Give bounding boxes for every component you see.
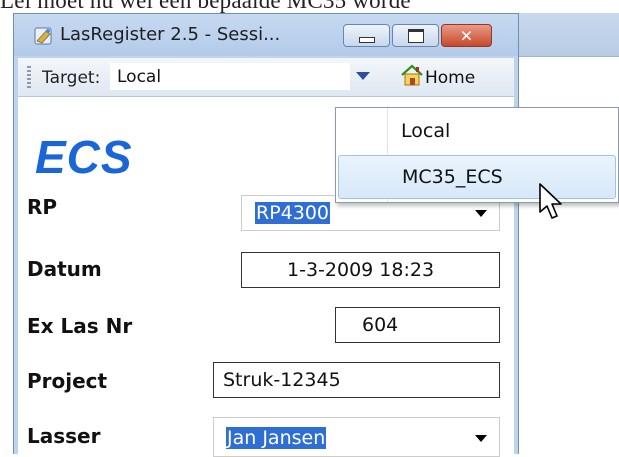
lasser-combobox[interactable]: Jan Jansen — [213, 417, 500, 457]
datum-label: Datum — [27, 257, 102, 281]
target-dropdown-list: Local MC35_ECS — [335, 107, 619, 203]
lasser-value: Jan Jansen — [226, 427, 327, 449]
project-value: Struk-12345 — [223, 369, 341, 391]
ex-las-nr-value: 604 — [362, 314, 399, 336]
home-icon — [401, 64, 423, 86]
target-combobox[interactable]: Local — [110, 63, 350, 90]
close-button[interactable]: ✕ — [441, 24, 492, 47]
rp-value: RP4300 — [255, 202, 331, 224]
dropdown-arrow-icon[interactable] — [356, 72, 370, 80]
window-title: LasRegister 2.5 - Sessi... — [60, 24, 281, 45]
project-field[interactable]: Struk-12345 — [213, 362, 500, 398]
datum-value: 1-3-2009 18:23 — [287, 259, 435, 281]
title-bar[interactable]: LasRegister 2.5 - Sessi... ✕ — [14, 14, 518, 56]
toolbar: Target: Local Home — [18, 58, 514, 97]
lasser-label: Lasser — [27, 424, 101, 448]
maximize-button[interactable] — [392, 24, 439, 47]
mouse-cursor-icon — [539, 183, 562, 219]
maximize-icon — [407, 28, 424, 43]
target-label: Target: — [42, 68, 101, 88]
ex-las-nr-label: Ex Las Nr — [27, 314, 133, 338]
chevron-down-icon[interactable] — [475, 210, 487, 217]
minimize-button[interactable] — [343, 24, 390, 47]
home-button[interactable]: Home — [399, 62, 505, 92]
project-label: Project — [27, 369, 108, 393]
dropdown-item-label: MC35_ECS — [402, 166, 503, 188]
chevron-down-icon[interactable] — [475, 435, 487, 442]
background-document-text: Lei moet nu wel een bepaalde MC35 worde — [0, 0, 411, 13]
datum-field[interactable]: 1-3-2009 18:23 — [241, 252, 500, 288]
ex-las-nr-field[interactable]: 604 — [335, 307, 500, 343]
background-window-titlebar — [516, 13, 619, 57]
ecs-logo: ECS — [35, 131, 133, 183]
close-icon: ✕ — [459, 26, 474, 45]
rp-label: RP — [27, 195, 58, 219]
dropdown-item-local[interactable]: Local — [338, 110, 616, 154]
dropdown-item-mc35-ecs[interactable]: MC35_ECS — [338, 155, 616, 199]
dropdown-item-label: Local — [401, 120, 451, 142]
toolbar-grip-icon[interactable] — [27, 66, 31, 90]
app-icon — [34, 27, 52, 45]
home-label: Home — [425, 68, 476, 88]
minimize-icon — [358, 36, 375, 43]
